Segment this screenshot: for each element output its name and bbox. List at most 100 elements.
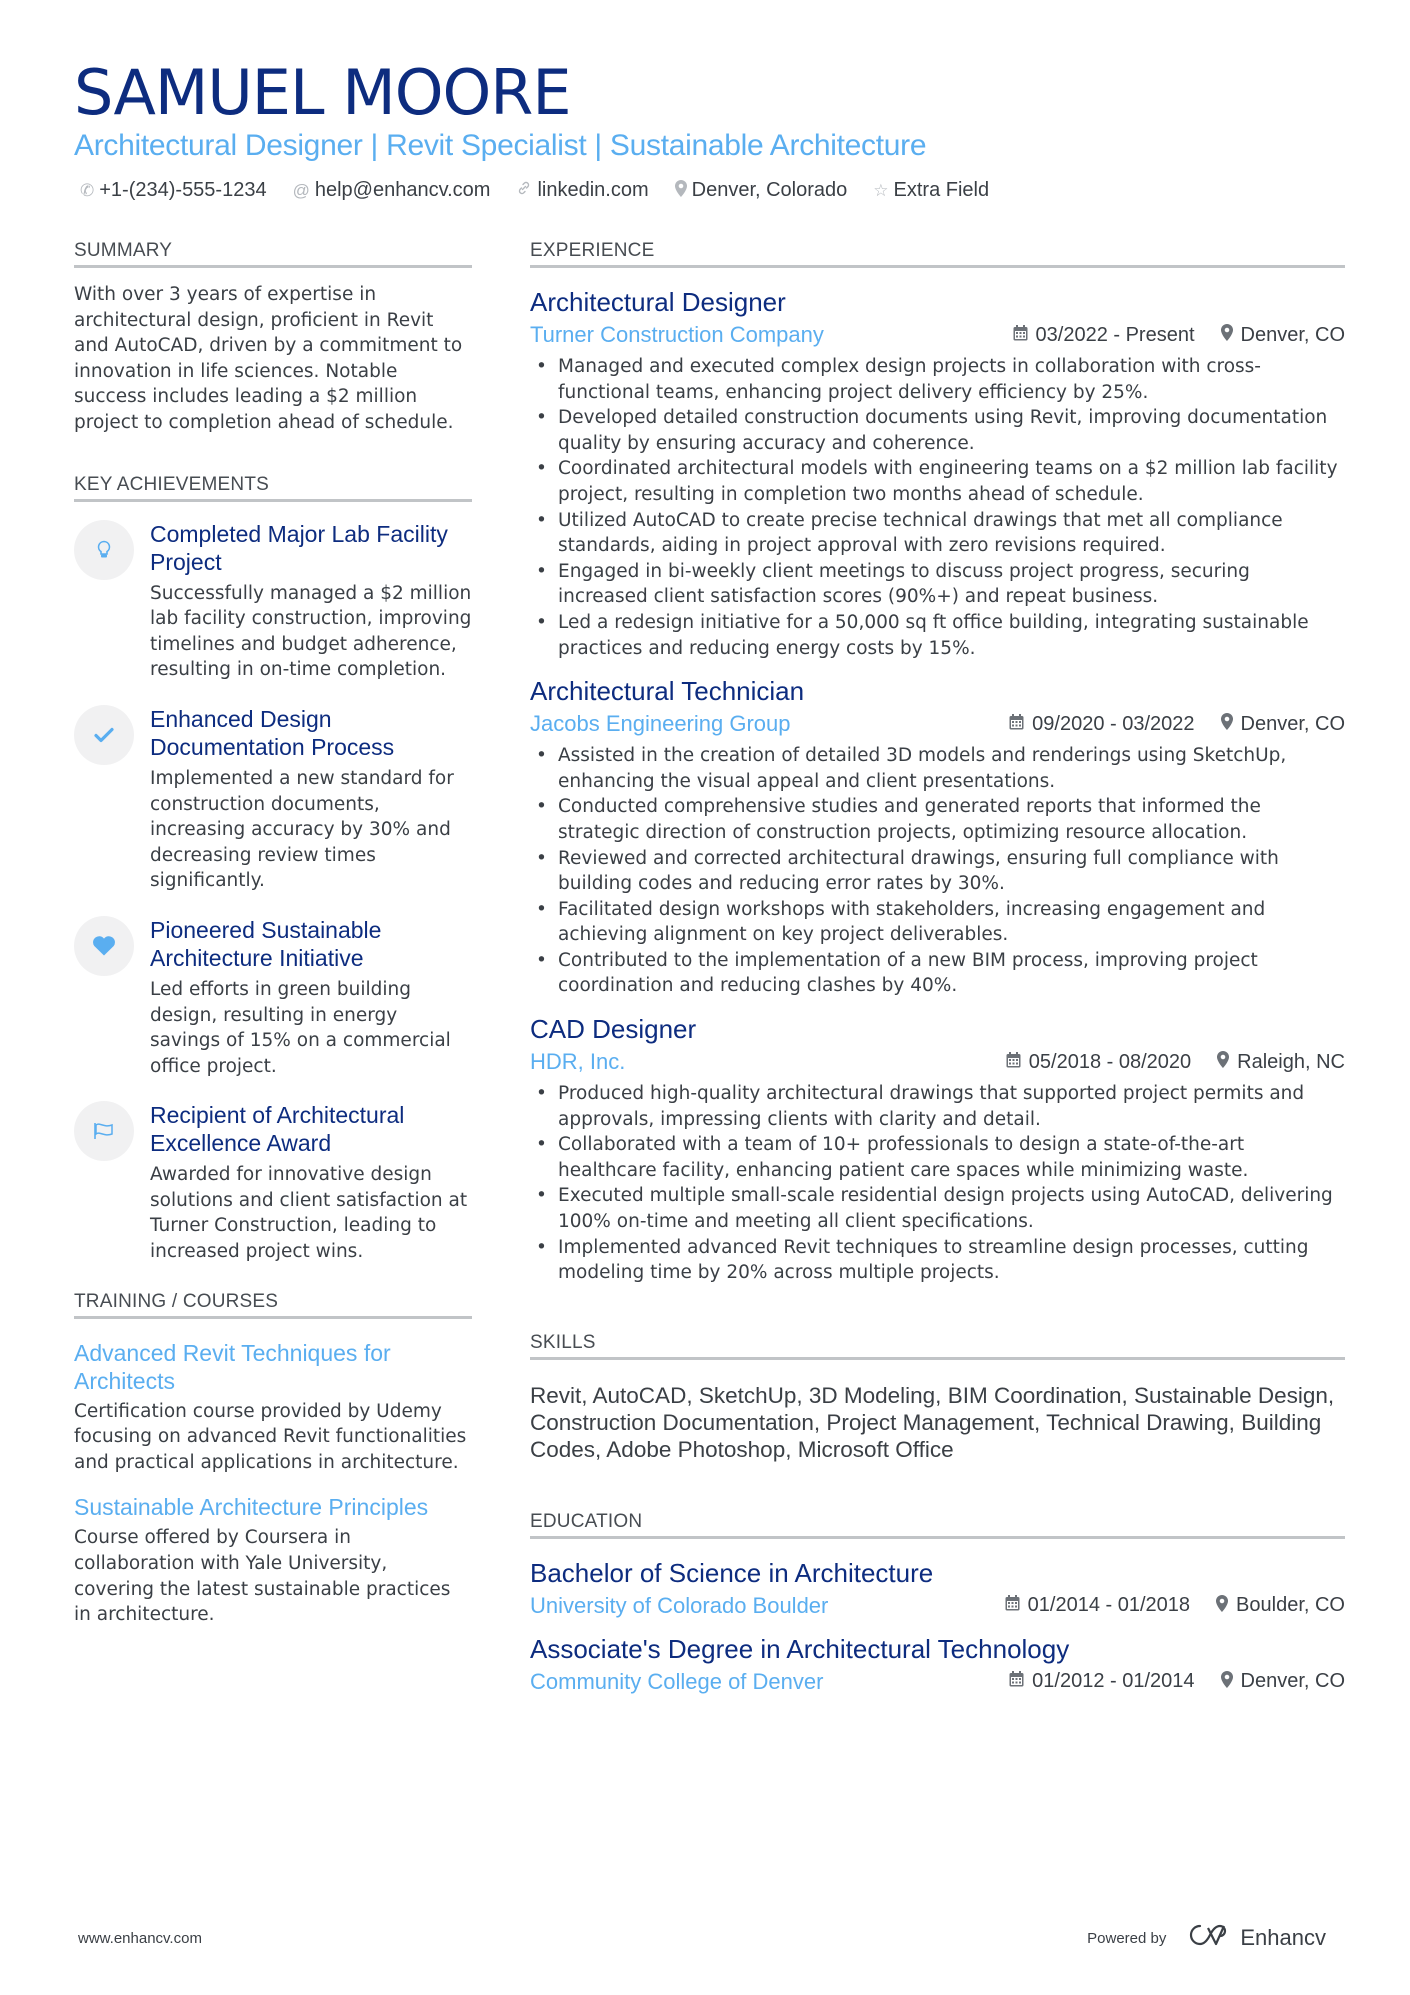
- job-location: Raleigh, NC: [1237, 1050, 1345, 1073]
- bullet: Developed detailed construction document…: [536, 405, 1345, 456]
- powered-by-label: Powered by: [1087, 1929, 1167, 1947]
- lightbulb-icon: [74, 519, 134, 580]
- bullet: Implemented advanced Revit techniques to…: [536, 1235, 1345, 1286]
- bullet: Contributed to the implementation of a n…: [536, 948, 1345, 999]
- calendar-icon: [1009, 713, 1024, 735]
- job-title: Architectural Designer: [530, 287, 786, 317]
- achievement-item: Completed Major Lab Facility Project Suc…: [74, 519, 472, 683]
- footer-branding[interactable]: Powered by Enhancv: [1087, 1922, 1326, 1954]
- contact-linkedin[interactable]: linkedin.com: [516, 179, 649, 202]
- contact-text: Extra Field: [893, 179, 990, 201]
- training-item: Advanced Revit Techniques for Architects…: [74, 1339, 472, 1476]
- bullet: Facilitated design workshops with stakeh…: [536, 897, 1345, 948]
- location-pin-icon: [1216, 1594, 1229, 1617]
- training-list: Advanced Revit Techniques for Architects…: [74, 1339, 472, 1628]
- brand-name: Enhancv: [1240, 1925, 1326, 1950]
- contact-location: Denver, Colorado: [674, 179, 847, 202]
- achievement-title: Recipient of Architectural Excellence Aw…: [150, 1102, 405, 1157]
- achievement-text: Awarded for innovative design solutions …: [150, 1164, 468, 1263]
- company-name: Jacobs Engineering Group: [530, 711, 791, 737]
- job-bullets: Assisted in the creation of detailed 3D …: [530, 743, 1345, 999]
- section-title-summary: SUMMARY: [74, 240, 472, 268]
- skills-text: Revit, AutoCAD, SketchUp, 3D Modeling, B…: [530, 1382, 1335, 1462]
- company-name: Turner Construction Company: [530, 322, 824, 347]
- education-dates: 01/2012 - 01/2014: [1032, 1670, 1195, 1693]
- job-title: Architectural Technician: [530, 676, 805, 707]
- training-title: Sustainable Architecture Principles: [74, 1494, 429, 1521]
- achievement-text: Successfully managed a $2 million lab fa…: [150, 582, 472, 681]
- contact-phone[interactable]: ✆ +1-(234)-555-1234: [80, 179, 267, 202]
- at-icon: @: [292, 180, 310, 200]
- candidate-name: SAMUEL MOORE: [74, 56, 572, 129]
- calendar-icon: [1005, 1595, 1020, 1616]
- contact-text: help@enhancv.com: [314, 179, 491, 201]
- training-text: Certification course provided by Udemy f…: [74, 1400, 467, 1473]
- job-location: Denver, CO: [1240, 323, 1345, 346]
- right-column: EXPERIENCE Architectural Designer Turner…: [530, 240, 1345, 1709]
- job-bullets: Produced high-quality architectural draw…: [530, 1081, 1345, 1286]
- job-title: CAD Designer: [530, 1014, 697, 1045]
- achievement-title: Enhanced Design Documentation Process: [150, 705, 395, 760]
- section-title-education: EDUCATION: [530, 1511, 1345, 1539]
- company-name: HDR, Inc.: [530, 1049, 626, 1075]
- bullet: Conducted comprehensive studies and gene…: [536, 794, 1345, 845]
- bullet: Engaged in bi-weekly client meetings to …: [536, 559, 1345, 610]
- achievement-title: Completed Major Lab Facility Project: [150, 520, 448, 575]
- experience-item: Architectural Technician Jacobs Engineer…: [530, 675, 1345, 999]
- section-title-skills: SKILLS: [530, 1332, 1345, 1360]
- training-item: Sustainable Architecture Principles Cour…: [74, 1493, 472, 1627]
- location-pin-icon: [1217, 1051, 1230, 1073]
- location-pin-icon: [1220, 1670, 1233, 1693]
- bullet: Utilized AutoCAD to create precise techn…: [536, 508, 1345, 559]
- degree-title: Associate's Degree in Architectural Tech…: [530, 1633, 1070, 1664]
- contact-text: +1-(234)-555-1234: [99, 179, 267, 201]
- school-name: University of Colorado Boulder: [530, 1592, 829, 1618]
- experience-item: CAD Designer HDR, Inc. 05/2018 - 08/2020…: [530, 1013, 1345, 1286]
- checkmark-icon: [74, 704, 134, 765]
- training-text: Course offered by Coursera in collaborat…: [74, 1527, 451, 1626]
- bullet: Assisted in the creation of detailed 3D …: [536, 743, 1345, 794]
- contact-bar: ✆ +1-(234)-555-1234 @ help@enhancv.com l…: [80, 179, 989, 202]
- contact-extra: ☆ Extra Field: [873, 179, 989, 202]
- bullet: Coordinated architectural models with en…: [536, 456, 1345, 507]
- bullet: Led a redesign initiative for a 50,000 s…: [536, 610, 1345, 661]
- location-pin-icon: [1220, 713, 1233, 735]
- section-title-achievements: KEY ACHIEVEMENTS: [74, 474, 472, 502]
- location-pin-icon: [674, 179, 687, 202]
- achievement-text: Led efforts in green building design, re…: [150, 978, 451, 1077]
- education-item: Associate's Degree in Architectural Tech…: [530, 1633, 1345, 1697]
- job-dates: 09/2020 - 03/2022: [1032, 712, 1195, 735]
- job-dates: 05/2018 - 08/2020: [1028, 1050, 1192, 1073]
- headline: Architectural Designer | Revit Specialis…: [74, 129, 927, 162]
- section-title-experience: EXPERIENCE: [530, 240, 1345, 268]
- job-dates: 03/2022 - Present: [1035, 323, 1195, 346]
- heart-icon: [74, 915, 134, 976]
- education-location: Boulder, CO: [1236, 1594, 1345, 1617]
- achievement-text: Implemented a new standard for construct…: [150, 767, 454, 892]
- school-name: Community College of Denver: [530, 1668, 824, 1694]
- calendar-icon: [1009, 1671, 1024, 1692]
- contact-email[interactable]: @ help@enhancv.com: [293, 179, 491, 202]
- job-bullets: Managed and executed complex design proj…: [530, 354, 1345, 661]
- calendar-icon: [1013, 324, 1028, 346]
- flag-icon: [74, 1101, 134, 1162]
- experience-item: Architectural Designer Turner Constructi…: [530, 286, 1345, 661]
- phone-icon: ✆: [80, 180, 95, 200]
- calendar-icon: [1006, 1051, 1021, 1073]
- link-icon: [516, 180, 532, 201]
- bullet: Reviewed and corrected architectural dra…: [536, 846, 1345, 897]
- left-column: SUMMARY With over 3 years of expertise i…: [74, 240, 472, 1646]
- degree-title: Bachelor of Science in Architecture: [530, 1557, 934, 1588]
- enhancv-logo: Enhancv: [1184, 1922, 1326, 1954]
- summary-text: With over 3 years of expertise in archit…: [74, 284, 463, 433]
- achievements-list: Completed Major Lab Facility Project Suc…: [74, 519, 472, 1265]
- section-title-training: TRAINING / COURSES: [74, 1291, 472, 1319]
- achievement-item: Pioneered Sustainable Architecture Initi…: [74, 915, 472, 1079]
- bullet: Produced high-quality architectural draw…: [536, 1081, 1345, 1132]
- bullet: Collaborated with a team of 10+ professi…: [536, 1132, 1345, 1183]
- footer-website-link[interactable]: www.enhancv.com: [78, 1930, 202, 1947]
- achievement-title: Pioneered Sustainable Architecture Initi…: [150, 916, 382, 971]
- bullet: Executed multiple small-scale residentia…: [536, 1183, 1345, 1234]
- job-location: Denver, CO: [1240, 712, 1345, 735]
- star-icon: ☆: [873, 180, 889, 200]
